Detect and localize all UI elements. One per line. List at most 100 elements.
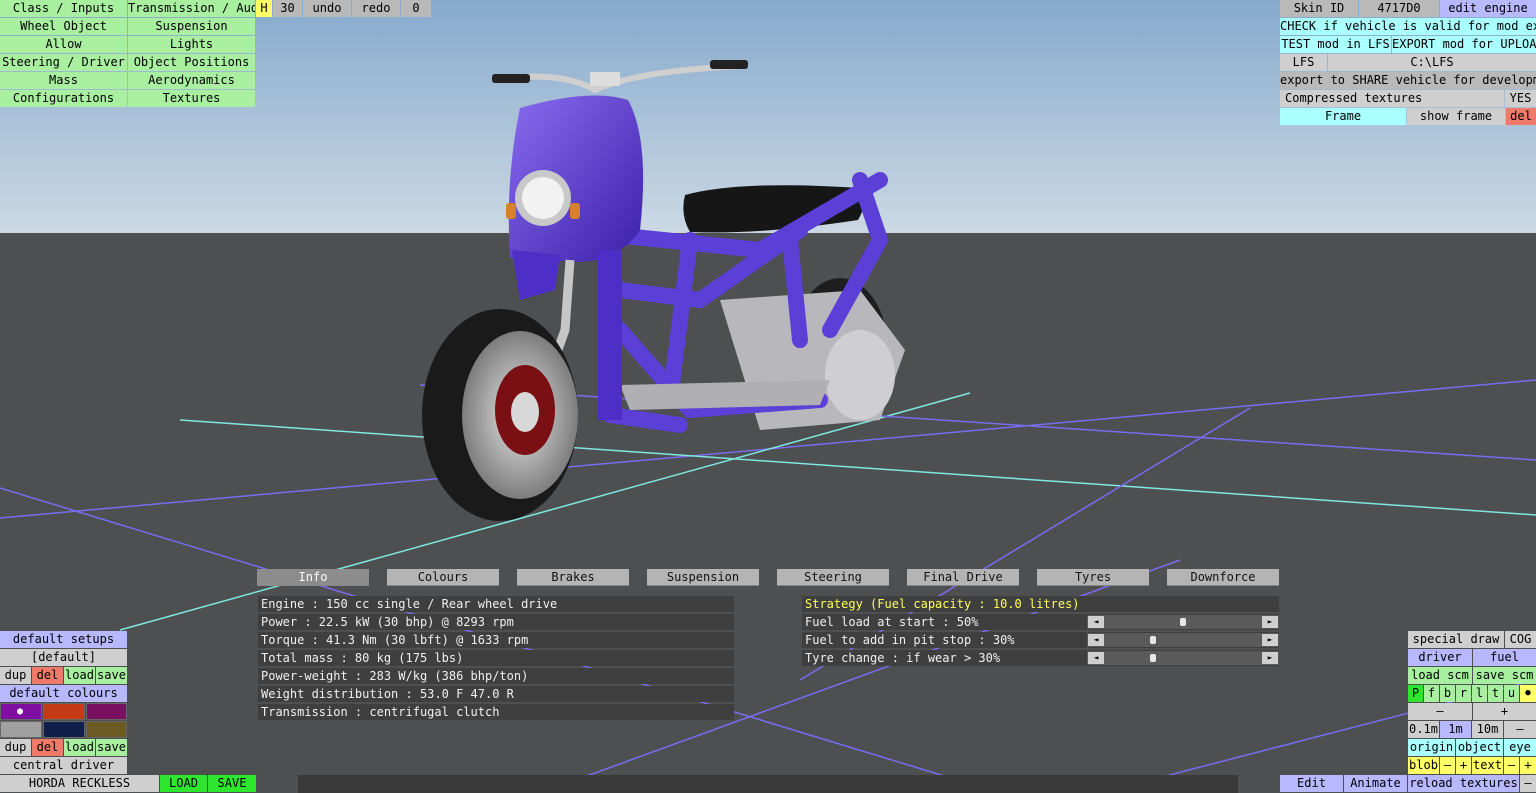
blob-minus-button[interactable]: – bbox=[1440, 757, 1455, 774]
edit-mode-button[interactable]: Edit bbox=[1280, 775, 1343, 792]
fuel-button[interactable]: fuel bbox=[1473, 649, 1536, 666]
text-button[interactable]: text bbox=[1472, 757, 1503, 774]
show-frame-button[interactable]: show frame bbox=[1407, 108, 1505, 125]
menu-lights[interactable]: Lights bbox=[128, 36, 255, 53]
h-toggle-button[interactable]: H bbox=[256, 0, 272, 17]
reload-minus-button[interactable]: – bbox=[1520, 775, 1536, 792]
tab-final-drive[interactable]: Final Drive bbox=[907, 569, 1019, 586]
load-scm-button[interactable]: load scm bbox=[1408, 667, 1472, 684]
slider-left-arrow[interactable]: ◄ bbox=[1088, 634, 1104, 646]
special-draw-button[interactable]: special draw bbox=[1408, 631, 1504, 648]
dist-0-1m-button[interactable]: 0.1m bbox=[1408, 721, 1439, 738]
toggle-b[interactable]: b bbox=[1440, 685, 1455, 702]
zoom-minus-button[interactable]: – bbox=[1408, 703, 1472, 720]
colours-load-button[interactable]: load bbox=[64, 739, 95, 756]
edit-engine-button[interactable]: edit engine bbox=[1440, 0, 1536, 17]
car-name-field[interactable]: HORDA RECKLESS bbox=[0, 775, 159, 792]
central-driver-button[interactable]: central driver bbox=[0, 757, 127, 774]
frame-delete-button[interactable]: del bbox=[1506, 108, 1536, 125]
animate-mode-button[interactable]: Animate bbox=[1344, 775, 1407, 792]
menu-transmission-audio[interactable]: Transmission / Audio bbox=[128, 0, 255, 17]
text-minus-button[interactable]: – bbox=[1504, 757, 1519, 774]
cog-button[interactable]: COG bbox=[1505, 631, 1536, 648]
setup-save-button[interactable]: save bbox=[96, 667, 127, 684]
tab-brakes[interactable]: Brakes bbox=[517, 569, 629, 586]
default-setup-value[interactable]: [default] bbox=[0, 649, 127, 666]
toggle-t[interactable]: t bbox=[1488, 685, 1503, 702]
car-load-button[interactable]: LOAD bbox=[160, 775, 207, 792]
menu-wheel-object[interactable]: Wheel Object bbox=[0, 18, 127, 35]
blob-plus-button[interactable]: + bbox=[1456, 757, 1471, 774]
view-origin-button[interactable]: origin bbox=[1408, 739, 1455, 756]
toggle-u[interactable]: u bbox=[1504, 685, 1519, 702]
default-setups-button[interactable]: default setups bbox=[0, 631, 127, 648]
view-eye-button[interactable]: eye bbox=[1504, 739, 1536, 756]
tab-tyres[interactable]: Tyres bbox=[1037, 569, 1149, 586]
setup-load-button[interactable]: load bbox=[64, 667, 95, 684]
reload-textures-button[interactable]: reload textures bbox=[1408, 775, 1519, 792]
counter-value[interactable]: 0 bbox=[401, 0, 431, 17]
toggle-l[interactable]: l bbox=[1472, 685, 1487, 702]
slider-knob[interactable] bbox=[1180, 618, 1186, 626]
slider-knob[interactable] bbox=[1150, 654, 1156, 662]
tyre-change-slider[interactable]: ◄ ► bbox=[1087, 651, 1279, 665]
save-scm-button[interactable]: save scm bbox=[1473, 667, 1536, 684]
redo-button[interactable]: redo bbox=[352, 0, 400, 17]
colours-dup-button[interactable]: dup bbox=[0, 739, 31, 756]
tab-suspension[interactable]: Suspension bbox=[647, 569, 759, 586]
slider-right-arrow[interactable]: ► bbox=[1262, 652, 1278, 664]
undo-button[interactable]: undo bbox=[303, 0, 351, 17]
tab-downforce[interactable]: Downforce bbox=[1167, 569, 1279, 586]
dist-minus-button[interactable]: – bbox=[1504, 721, 1536, 738]
slider-knob[interactable] bbox=[1150, 636, 1156, 644]
menu-configurations[interactable]: Configurations bbox=[0, 90, 127, 107]
frame-button[interactable]: Frame bbox=[1280, 108, 1406, 125]
colour-swatch-3[interactable] bbox=[86, 703, 127, 720]
menu-steering-driver[interactable]: Steering / Driver bbox=[0, 54, 127, 71]
colour-swatch-2[interactable] bbox=[43, 703, 85, 720]
menu-textures[interactable]: Textures bbox=[128, 90, 255, 107]
test-mod-button[interactable]: TEST mod in LFS bbox=[1280, 36, 1391, 53]
car-save-button[interactable]: SAVE bbox=[208, 775, 256, 792]
blob-button[interactable]: blob bbox=[1408, 757, 1439, 774]
fuel-load-slider[interactable]: ◄ ► bbox=[1087, 615, 1279, 629]
menu-object-positions[interactable]: Object Positions bbox=[128, 54, 255, 71]
export-share-button[interactable]: export to SHARE vehicle for development bbox=[1280, 72, 1536, 89]
slider-left-arrow[interactable]: ◄ bbox=[1088, 616, 1104, 628]
dist-1m-button[interactable]: 1m bbox=[1440, 721, 1471, 738]
tab-colours[interactable]: Colours bbox=[387, 569, 499, 586]
menu-mass[interactable]: Mass bbox=[0, 72, 127, 89]
colours-save-button[interactable]: save bbox=[96, 739, 127, 756]
colour-swatch-6[interactable] bbox=[86, 721, 127, 738]
default-colours-button[interactable]: default colours bbox=[0, 685, 127, 702]
export-mod-button[interactable]: EXPORT mod for UPLOAD bbox=[1392, 36, 1536, 53]
colour-swatch-4[interactable] bbox=[0, 721, 42, 738]
setup-dup-button[interactable]: dup bbox=[0, 667, 31, 684]
colour-swatch-5[interactable] bbox=[43, 721, 85, 738]
view-object-button[interactable]: object bbox=[1456, 739, 1503, 756]
dist-10m-button[interactable]: 10m bbox=[1472, 721, 1503, 738]
menu-suspension[interactable]: Suspension bbox=[128, 18, 255, 35]
slider-right-arrow[interactable]: ► bbox=[1262, 634, 1278, 646]
check-valid-button[interactable]: CHECK if vehicle is valid for mod export bbox=[1280, 18, 1536, 35]
colour-swatch-1[interactable]: ● bbox=[0, 703, 42, 720]
lfs-label[interactable]: LFS bbox=[1280, 54, 1327, 71]
tab-info[interactable]: Info bbox=[257, 569, 369, 586]
compressed-textures-value[interactable]: YES bbox=[1505, 90, 1536, 107]
bottom-text-bar[interactable] bbox=[298, 775, 1238, 793]
toggle-p[interactable]: P bbox=[1408, 685, 1423, 702]
setup-del-button[interactable]: del bbox=[32, 667, 63, 684]
slider-right-arrow[interactable]: ► bbox=[1262, 616, 1278, 628]
colours-del-button[interactable]: del bbox=[32, 739, 63, 756]
zoom-plus-button[interactable]: + bbox=[1473, 703, 1536, 720]
slider-left-arrow[interactable]: ◄ bbox=[1088, 652, 1104, 664]
menu-aerodynamics[interactable]: Aerodynamics bbox=[128, 72, 255, 89]
fuel-pit-slider[interactable]: ◄ ► bbox=[1087, 633, 1279, 647]
toggle-dot[interactable]: ● bbox=[1520, 685, 1536, 702]
driver-button[interactable]: driver bbox=[1408, 649, 1472, 666]
tab-steering[interactable]: Steering bbox=[777, 569, 889, 586]
menu-class-inputs[interactable]: Class / Inputs bbox=[0, 0, 127, 17]
lfs-path[interactable]: C:\LFS bbox=[1328, 54, 1536, 71]
step-value[interactable]: 30 bbox=[273, 0, 302, 17]
toggle-r[interactable]: r bbox=[1456, 685, 1471, 702]
